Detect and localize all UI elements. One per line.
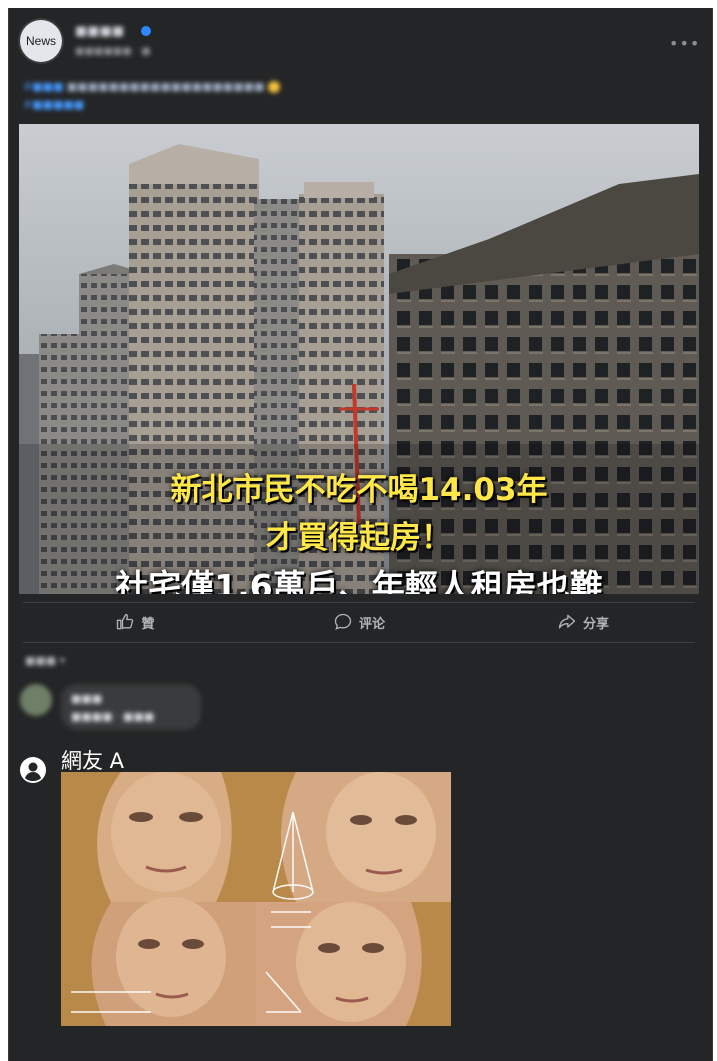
headline-line-1: 新北市民不吃不喝14.03年 xyxy=(170,472,548,508)
post-card: News ■■■■ ■■■■■■ · ■ ••• #■■■ ■■■■■■■■■■… xyxy=(8,8,713,1061)
comment-label: 评论 xyxy=(358,616,385,632)
like-label: 贊 xyxy=(141,616,155,632)
comment-sort[interactable]: ■■■ ▾ xyxy=(25,654,65,667)
share-icon xyxy=(558,614,576,629)
caption-text: ■■■■■■■■■■■■■■■■■■■ xyxy=(66,80,265,93)
caption-hashtag[interactable]: #■■■ xyxy=(23,80,63,93)
reply-author[interactable]: 網友 A xyxy=(61,745,124,775)
page-avatar[interactable]: News xyxy=(20,20,62,62)
share-label: 分享 xyxy=(582,616,609,632)
comment-icon xyxy=(334,613,352,630)
divider xyxy=(23,602,695,603)
share-button[interactable]: 分享 xyxy=(471,604,695,640)
post-meta: ■■■■■■ · ■ xyxy=(75,46,151,57)
like-button[interactable]: 贊 xyxy=(23,604,247,640)
verified-badge-icon xyxy=(141,26,151,36)
meme-image[interactable] xyxy=(61,772,451,1026)
comment-button[interactable]: 评论 xyxy=(247,604,471,640)
caption-link[interactable]: #■■■■■ xyxy=(23,98,84,111)
user-icon[interactable] xyxy=(20,757,46,783)
comment-text: ■■■■ · ■■■ xyxy=(71,710,155,723)
emoji-icon xyxy=(267,81,280,93)
thumbs-up-icon xyxy=(117,613,134,630)
post-caption: #■■■ ■■■■■■■■■■■■■■■■■■■ #■■■■■ xyxy=(23,78,683,114)
headline-line-2: 才買得起房！ xyxy=(266,520,452,556)
comment-author[interactable]: ■■■ xyxy=(71,692,102,705)
comment-bubble: ■■■ ■■■■ · ■■■ xyxy=(61,684,201,730)
more-options-icon[interactable]: ••• xyxy=(669,34,700,53)
commenter-avatar[interactable] xyxy=(20,684,52,716)
math-lady-meme xyxy=(61,772,451,1026)
divider xyxy=(23,642,695,643)
headline-line-3: 社宅僅1.6萬戶、年輕人租房也難 xyxy=(115,567,603,594)
page-name[interactable]: ■■■■ xyxy=(75,24,124,39)
post-actions: 贊 评论 分享 xyxy=(23,604,695,640)
post-image[interactable]: 新北市民不吃不喝14.03年 才買得起房！ 社宅僅1.6萬戶、年輕人租房也難 xyxy=(19,124,699,594)
